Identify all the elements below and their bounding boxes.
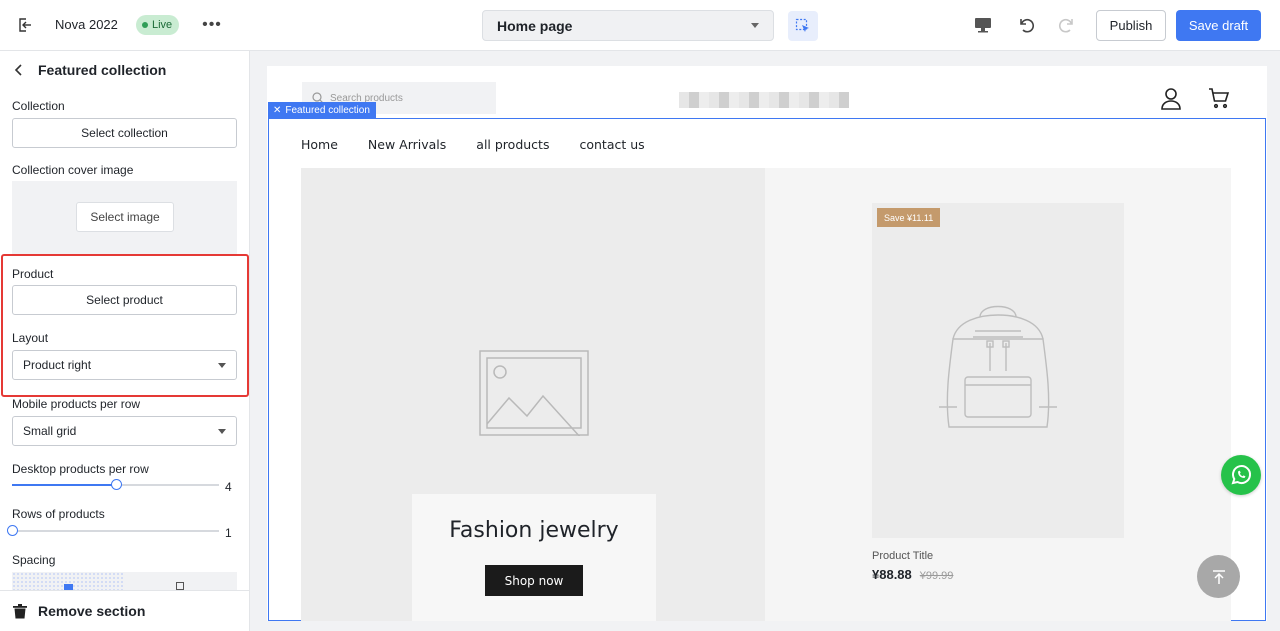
store-name: Nova 2022	[55, 17, 118, 32]
spacing-large-icon	[176, 582, 184, 590]
select-product-button[interactable]: Select product	[12, 285, 237, 315]
arrow-up-icon	[1212, 569, 1225, 584]
publish-button[interactable]: Publish	[1096, 10, 1166, 41]
select-collection-button[interactable]: Select collection	[12, 118, 237, 148]
mobile-products-select[interactable]: Small grid	[12, 416, 237, 446]
mobile-products-value: Small grid	[23, 424, 77, 438]
promo-title: Fashion jewelry	[449, 518, 619, 543]
save-badge: Save ¥11.11	[877, 208, 941, 227]
slider-thumb[interactable]	[111, 479, 122, 490]
main-navigation: Home New Arrivals all products contact u…	[301, 137, 645, 152]
close-icon[interactable]: ✕	[273, 105, 281, 116]
product-title[interactable]: Product Title	[872, 550, 933, 562]
chevron-down-icon	[218, 428, 226, 434]
image-placeholder-icon	[479, 350, 589, 439]
nav-item-new-arrivals[interactable]: New Arrivals	[368, 137, 446, 152]
product-panel: Save ¥11.11 Product Title ¥88.88 ¥99.99	[765, 168, 1231, 621]
store-logo[interactable]	[679, 92, 849, 108]
more-options-button[interactable]: •••	[201, 14, 223, 36]
redo-icon[interactable]	[1055, 13, 1079, 37]
slider-fill	[12, 484, 116, 486]
cover-image-label: Collection cover image	[12, 163, 134, 177]
chevron-down-icon	[751, 23, 759, 28]
layout-label: Layout	[12, 331, 49, 345]
promo-card: Fashion jewelry Shop now	[412, 494, 656, 621]
select-image-button[interactable]: Select image	[76, 202, 174, 232]
mobile-products-label: Mobile products per row	[12, 397, 141, 411]
rows-value: 1	[225, 526, 232, 540]
live-dot-icon	[142, 22, 148, 28]
remove-section-button[interactable]: Remove section	[0, 590, 249, 631]
desktop-products-value: 4	[225, 480, 232, 494]
whatsapp-icon[interactable]	[1221, 455, 1261, 495]
back-to-top-button[interactable]	[1197, 555, 1240, 598]
desktop-view-icon[interactable]	[972, 14, 994, 36]
page-selector[interactable]: Home page	[482, 10, 774, 41]
rows-slider[interactable]	[7, 525, 219, 537]
cart-icon[interactable]	[1208, 87, 1230, 109]
slider-track	[12, 530, 219, 532]
collection-label: Collection	[12, 99, 65, 113]
exit-icon[interactable]	[14, 14, 36, 36]
page-selector-value: Home page	[497, 17, 573, 34]
nav-item-all-products[interactable]: all products	[476, 137, 549, 152]
live-status-badge: Live	[136, 15, 180, 35]
product-card[interactable]: Save ¥11.11	[872, 203, 1124, 538]
section-tag[interactable]: ✕ Featured collection	[268, 102, 376, 118]
settings-sidebar: Featured collection Collection Select co…	[0, 51, 250, 631]
section-tag-label: Featured collection	[285, 104, 370, 116]
collection-cover: Fashion jewelry Shop now	[301, 168, 765, 621]
shop-now-button[interactable]: Shop now	[485, 565, 583, 596]
sidebar-title: Featured collection	[38, 62, 167, 78]
theme-preview: Search products ✕ Featured collection Ho…	[267, 66, 1267, 621]
rows-label: Rows of products	[12, 507, 105, 521]
layout-select[interactable]: Product right	[12, 350, 237, 380]
sidebar-header: Featured collection	[12, 62, 166, 78]
select-element-button[interactable]	[788, 11, 818, 41]
spacing-label: Spacing	[12, 553, 56, 567]
backpack-placeholder-icon	[935, 299, 1061, 439]
live-label: Live	[152, 19, 173, 31]
trash-icon	[13, 603, 27, 618]
slider-thumb[interactable]	[7, 525, 18, 536]
layout-select-value: Product right	[23, 358, 92, 372]
spacing-option-small[interactable]	[12, 572, 124, 592]
remove-section-label: Remove section	[38, 603, 146, 619]
undo-icon[interactable]	[1014, 13, 1038, 37]
account-icon[interactable]	[1160, 87, 1182, 111]
price-row: ¥88.88 ¥99.99	[872, 567, 953, 582]
spacing-options	[12, 572, 237, 592]
desktop-products-label: Desktop products per row	[12, 462, 149, 476]
chevron-down-icon	[218, 362, 226, 368]
nav-item-home[interactable]: Home	[301, 137, 338, 152]
cover-image-dropzone[interactable]: Select image	[12, 181, 237, 255]
back-arrow-icon[interactable]	[12, 63, 26, 77]
desktop-products-slider[interactable]	[12, 479, 219, 491]
product-compare-price: ¥99.99	[919, 570, 954, 582]
product-price: ¥88.88	[872, 567, 912, 582]
save-draft-button[interactable]: Save draft	[1176, 10, 1261, 41]
nav-item-contact-us[interactable]: contact us	[579, 137, 644, 152]
top-bar: Nova 2022 Live ••• Home page Publish Sav…	[0, 0, 1280, 51]
product-label: Product	[12, 267, 54, 281]
